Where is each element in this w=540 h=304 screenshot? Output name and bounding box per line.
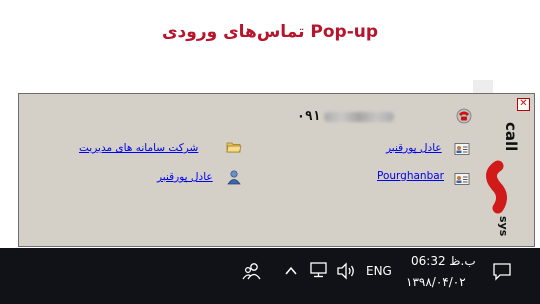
volume-icon[interactable] — [336, 262, 356, 280]
contact-link-farsi[interactable]: عادل پورقنبر — [386, 142, 442, 154]
clock-date[interactable]: ۱۳۹۸/۰۴/۰۲ — [406, 275, 466, 289]
close-button[interactable]: ✕ — [517, 98, 530, 111]
people-icon[interactable] — [242, 261, 262, 281]
incoming-call-popup: ✕ ۰۹۱ شرکت سامانه های مدیریت عادل پورقنب… — [18, 93, 535, 247]
phone-number-redacted — [324, 111, 395, 122]
sys-call-logo: call sys — [486, 122, 520, 237]
contact-card-icon — [454, 173, 470, 185]
svg-text:sys: sys — [497, 216, 510, 237]
phone-number-prefix: ۰۹۱ — [297, 109, 321, 124]
user-icon — [227, 170, 241, 185]
company-link[interactable]: شرکت سامانه های مدیریت — [79, 142, 198, 154]
contact-name-link[interactable]: عادل پورقنبر — [157, 171, 213, 183]
chevron-up-icon[interactable] — [284, 265, 298, 277]
network-icon[interactable] — [309, 261, 329, 279]
clock-time[interactable]: ب.ظ 06:32 — [411, 254, 476, 268]
taskbar: ENG ب.ظ 06:32 ۱۳۹۸/۰۴/۰۲ — [0, 248, 540, 304]
notification-icon[interactable] — [492, 261, 512, 281]
caller-number: ۰۹۱ — [297, 109, 395, 124]
telephone-icon — [456, 108, 472, 124]
contact-card-icon — [454, 143, 470, 155]
svg-text:call: call — [502, 122, 520, 151]
page-title: Pop-up تماس‌های ورودی — [161, 22, 379, 42]
contact-link-latin[interactable]: Pourghanbar — [377, 170, 444, 182]
decorative-strip — [473, 80, 493, 94]
language-indicator[interactable]: ENG — [366, 264, 392, 278]
folder-icon — [226, 142, 242, 153]
